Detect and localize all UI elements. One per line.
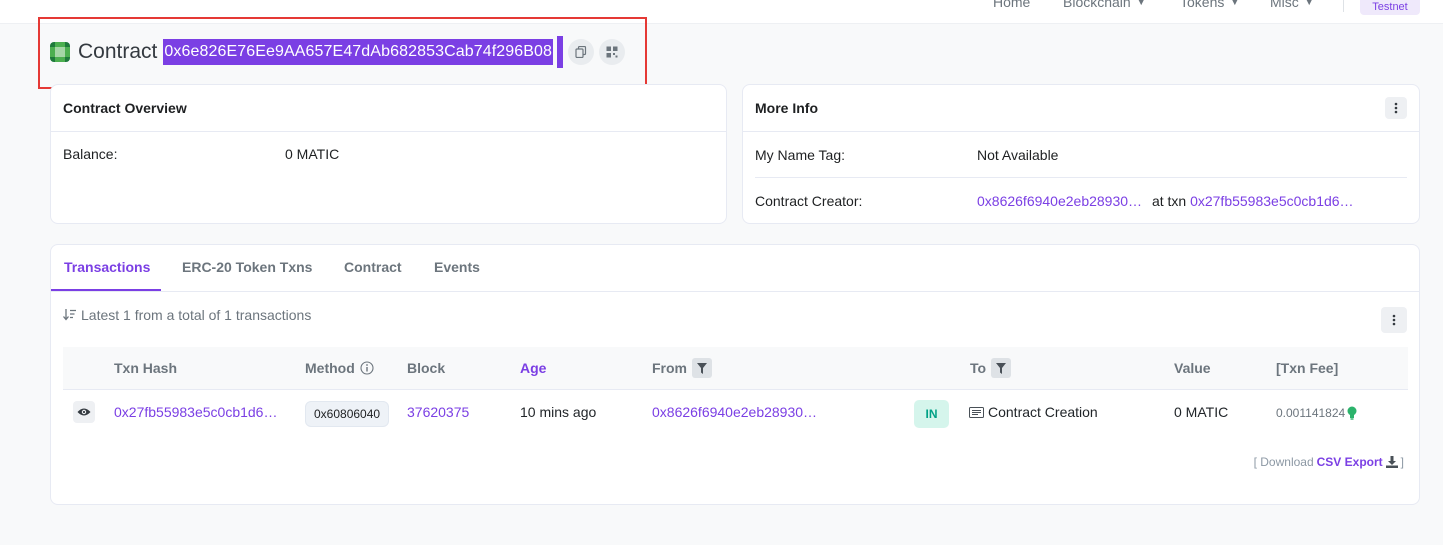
filter-icon — [697, 362, 707, 374]
divider — [743, 131, 1419, 132]
nav-misc[interactable]: Misc ▼ — [1270, 0, 1314, 10]
from-filter-button[interactable] — [692, 358, 712, 378]
col-value-label: Value — [1174, 360, 1211, 376]
qr-code-button[interactable] — [599, 39, 626, 65]
col-age-label: Age — [520, 360, 547, 376]
transactions-card: Transactions ERC-20 Token Txns Contract … — [50, 244, 1420, 505]
chevron-down-icon: ▼ — [1136, 0, 1146, 7]
tab-transactions[interactable]: Transactions — [64, 259, 150, 275]
table-options-button[interactable] — [1381, 307, 1407, 333]
network-badge-label: Testnet — [1372, 1, 1408, 13]
nav-blockchain[interactable]: Blockchain ▼ — [1063, 0, 1146, 10]
contract-avatar-icon — [50, 42, 70, 62]
direction-badge: IN — [914, 400, 949, 428]
method-badge: 0x60806040 — [305, 401, 390, 427]
tab-contract[interactable]: Contract — [344, 259, 402, 275]
col-txn-hash-label: Txn Hash — [114, 360, 178, 376]
creator-txn-link[interactable]: 0x27fb55983e5c0cb1d6… — [1190, 193, 1353, 209]
creator-info: 0x8626f6940e2eb28930… at txn 0x27fb55983… — [977, 193, 1354, 209]
contract-header: Contract 0x6e826E76Ee9AA657E47dAb682853C… — [50, 36, 626, 68]
name-tag-label: My Name Tag: — [755, 147, 845, 163]
contract-address[interactable]: 0x6e826E76Ee9AA657E47dAb682853Cab74f296B… — [163, 39, 554, 65]
contract-label: Contract — [78, 40, 158, 63]
csv-export-link[interactable]: CSV Export — [1317, 455, 1383, 469]
nav-tokens-label: Tokens — [1180, 0, 1225, 10]
chevron-down-icon: ▼ — [1230, 0, 1240, 7]
creator-label: Contract Creator: — [755, 193, 863, 209]
nav-divider — [1343, 0, 1344, 12]
name-tag-value: Not Available — [977, 147, 1059, 163]
from-address-link[interactable]: 0x8626f6940e2eb28930… — [652, 404, 817, 420]
nav-blockchain-label: Blockchain — [1063, 0, 1131, 10]
filter-icon — [996, 362, 1007, 374]
selection-cursor — [557, 36, 564, 68]
card-title: More Info — [755, 100, 818, 116]
col-txn-fee-label: [Txn Fee] — [1276, 360, 1339, 376]
view-txn-button[interactable] — [73, 401, 95, 423]
direction-label: IN — [925, 407, 938, 421]
col-value: Value — [1174, 360, 1211, 376]
age-value: 10 mins ago — [520, 404, 597, 420]
divider — [51, 131, 726, 132]
kebab-menu-icon — [1392, 314, 1396, 326]
balance-label: Balance: — [63, 146, 118, 162]
txn-hash-link[interactable]: 0x27fb55983e5c0cb1d6… — [114, 404, 277, 420]
sort-icon — [63, 309, 76, 321]
contract-overview-card: Contract Overview Balance: 0 MATIC — [50, 84, 727, 224]
col-block: Block — [407, 360, 445, 376]
col-block-label: Block — [407, 360, 446, 376]
csv-suffix: ] — [1400, 455, 1404, 469]
col-txn-fee[interactable]: [Txn Fee] — [1276, 360, 1338, 376]
transactions-summary: Latest 1 from a total of 1 transactions — [63, 307, 311, 323]
tab-erc20-token-txns[interactable]: ERC-20 Token Txns — [182, 259, 312, 275]
divider — [755, 177, 1407, 178]
to-cell: Contract Creation — [969, 404, 1098, 420]
block-link[interactable]: 37620375 — [407, 404, 469, 420]
chevron-down-icon: ▼ — [1304, 0, 1314, 7]
value-amount: 0 MATIC — [1174, 404, 1229, 420]
info-icon[interactable] — [360, 361, 374, 375]
summary-text: Latest 1 from a total of 1 transactions — [81, 307, 312, 323]
txn-fee-cell: 0.001141824 — [1276, 406, 1357, 420]
to-value: Contract Creation — [988, 404, 1098, 420]
nav-home[interactable]: Home — [993, 0, 1030, 10]
txn-fee-value: 0.001141824 — [1276, 406, 1346, 420]
tab-events[interactable]: Events — [434, 259, 480, 275]
to-filter-button[interactable] — [991, 358, 1012, 378]
method-value: 0x60806040 — [314, 407, 381, 421]
more-options-button[interactable] — [1385, 97, 1407, 119]
copy-address-button[interactable] — [568, 39, 595, 65]
csv-export: [ Download CSV Export ] — [1254, 455, 1404, 469]
col-to-label: To — [970, 360, 987, 376]
csv-prefix: [ Download — [1253, 455, 1314, 469]
col-from: From — [652, 358, 712, 378]
col-txn-hash: Txn Hash — [114, 360, 177, 376]
table-header: Txn Hash Method Block Age From To Value … — [63, 347, 1408, 390]
card-title: Contract Overview — [63, 100, 187, 116]
qr-code-icon — [606, 46, 618, 58]
col-from-label: From — [652, 360, 687, 376]
col-method-label: Method — [305, 360, 355, 376]
download-icon[interactable] — [1385, 456, 1398, 468]
network-badge[interactable]: Testnet — [1360, 0, 1420, 15]
divider — [51, 291, 1419, 292]
eye-icon — [77, 408, 91, 416]
creator-address-link[interactable]: 0x8626f6940e2eb28930… — [977, 193, 1142, 209]
balance-value: 0 MATIC — [285, 146, 340, 162]
top-navbar: Home Blockchain ▼ Tokens ▼ Misc ▼ Testne… — [0, 0, 1443, 24]
more-info-card: More Info My Name Tag: Not Available Con… — [742, 84, 1420, 224]
col-age[interactable]: Age — [520, 360, 546, 376]
copy-icon — [575, 46, 587, 58]
nav-tokens[interactable]: Tokens ▼ — [1180, 0, 1239, 10]
document-icon — [969, 406, 984, 418]
col-to: To — [970, 358, 1012, 378]
at-txn-label: at txn — [1151, 193, 1187, 209]
col-method: Method — [305, 360, 374, 376]
nav-misc-label: Misc — [1270, 0, 1299, 10]
kebab-menu-icon — [1394, 102, 1398, 114]
gas-bulb-icon[interactable] — [1347, 406, 1357, 420]
nav-home-label: Home — [993, 0, 1031, 10]
